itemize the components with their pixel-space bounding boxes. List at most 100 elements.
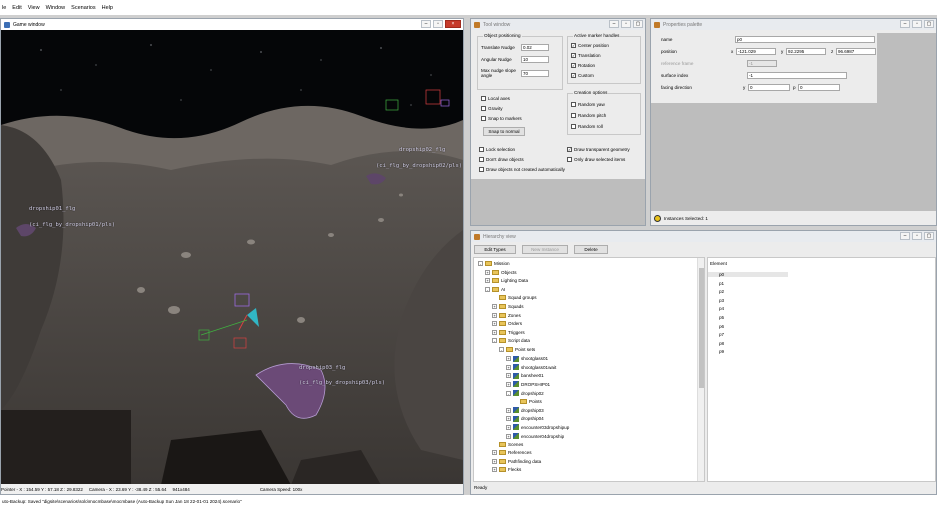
tree-item[interactable]: - dropship02	[506, 390, 544, 396]
collapse-icon[interactable]: -	[506, 390, 511, 396]
translation-checkbox[interactable]: ✓	[571, 53, 576, 58]
tree-item[interactable]: + Objects	[485, 269, 517, 275]
tree-item[interactable]: + banshee01	[506, 372, 544, 379]
tree-item[interactable]: - Script data	[492, 338, 530, 344]
element-list-item[interactable]: p2	[708, 289, 724, 294]
expand-icon[interactable]: +	[492, 321, 497, 327]
snap-to-normal-button[interactable]: Snap to normal	[483, 127, 525, 136]
expand-icon[interactable]: +	[506, 373, 511, 379]
custom-checkbox[interactable]: ✓	[571, 73, 576, 78]
hierarchy-tree[interactable]: - Mission + Objects + Lighting Data - AI Squad g…	[473, 257, 705, 482]
expand-icon[interactable]: +	[492, 458, 497, 464]
expand-icon[interactable]: +	[492, 467, 497, 473]
expand-icon[interactable]: +	[485, 269, 490, 275]
properties-titlebar[interactable]: Properties palette – ▫ ▢	[651, 19, 936, 30]
menu-file[interactable]: le	[2, 5, 6, 11]
expand-icon[interactable]: +	[485, 278, 490, 284]
tree-item[interactable]: + References	[492, 450, 532, 456]
edit-types-button[interactable]: Edit Types	[474, 245, 516, 254]
facing-p-input[interactable]: 0	[798, 84, 840, 91]
element-list[interactable]: Element p0 p1 p2 p3 p4 p5 p6 p7 p8 p9	[707, 257, 936, 482]
element-list-item[interactable]: p5	[708, 315, 724, 320]
center-position-checkbox[interactable]: ✓	[571, 43, 576, 48]
tree-item[interactable]: + dropship03	[506, 407, 544, 414]
minimize-icon[interactable]: –	[900, 20, 910, 28]
element-list-item[interactable]: p1	[708, 281, 724, 286]
collapse-icon[interactable]: -	[485, 286, 490, 292]
max-nudge-input[interactable]: 70	[521, 69, 549, 77]
close-icon[interactable]: ×	[445, 20, 461, 28]
name-input[interactable]: p0	[735, 36, 875, 43]
tree-item[interactable]: - Mission	[478, 261, 510, 266]
game-window-titlebar[interactable]: Game window – ▫ ×	[1, 19, 463, 30]
minimize-icon[interactable]: –	[421, 20, 431, 28]
delete-button[interactable]: Delete	[574, 245, 608, 254]
maximize-icon[interactable]: ▫	[433, 20, 443, 28]
new-instance-button[interactable]: New Instance	[522, 245, 568, 254]
only-draw-selected-checkbox[interactable]	[567, 157, 572, 162]
local-axes-checkbox[interactable]	[481, 96, 486, 101]
maximize-icon[interactable]: ▫	[912, 232, 922, 240]
menu-scenarios[interactable]: Scenarios	[71, 5, 95, 11]
expand-icon[interactable]: +	[506, 407, 511, 413]
element-list-item[interactable]: p3	[708, 298, 724, 303]
element-list-item[interactable]: p6	[708, 324, 724, 329]
expand-icon[interactable]: +	[506, 424, 511, 430]
collapse-icon[interactable]: -	[478, 261, 483, 266]
facing-y-input[interactable]: 0	[748, 84, 790, 91]
element-list-item[interactable]: p7	[708, 332, 724, 337]
lock-selection-checkbox[interactable]	[479, 147, 484, 152]
tree-item[interactable]: Points	[513, 398, 542, 404]
maximize-icon[interactable]: ▫	[621, 20, 631, 28]
rotation-checkbox[interactable]: ✓	[571, 63, 576, 68]
collapse-icon[interactable]: -	[492, 338, 497, 344]
expand-icon[interactable]: +	[492, 304, 497, 309]
expand-icon[interactable]: +	[506, 364, 511, 370]
tree-item[interactable]: + Zones	[492, 312, 521, 318]
random-roll-checkbox[interactable]	[571, 124, 576, 129]
expand-icon[interactable]: +	[506, 416, 511, 422]
restore-icon[interactable]: ▢	[924, 232, 934, 240]
scroll-thumb[interactable]	[699, 268, 704, 388]
game-scene[interactable]	[1, 30, 463, 485]
tree-item[interactable]: + Lighting Data	[485, 278, 528, 284]
menu-view[interactable]: View	[28, 5, 40, 11]
expand-icon[interactable]: +	[492, 312, 497, 318]
random-yaw-checkbox[interactable]	[571, 102, 576, 107]
tree-scrollbar[interactable]	[697, 258, 704, 481]
menu-window[interactable]: Window	[46, 5, 66, 11]
element-list-item[interactable]: p8	[708, 341, 724, 346]
surface-index-input[interactable]: -1	[747, 72, 847, 79]
game-viewport[interactable]: dropship02_flg (ci_flg_by_dropship02/pls…	[1, 30, 463, 495]
element-list-item[interactable]: p9	[708, 349, 724, 354]
menu-edit[interactable]: Edit	[12, 5, 21, 11]
tree-item[interactable]: - AI	[485, 286, 505, 292]
position-z-input[interactable]: 96.6987	[836, 48, 876, 55]
expand-icon[interactable]: +	[506, 356, 511, 362]
restore-icon[interactable]: ▢	[633, 20, 643, 28]
maximize-icon[interactable]: ▫	[912, 20, 922, 28]
restore-icon[interactable]: ▢	[924, 20, 934, 28]
tree-item[interactable]: + shootglass01	[506, 355, 548, 362]
draw-objects-not-created-checkbox[interactable]	[479, 167, 484, 172]
tree-item[interactable]: + encounter03dropshipup	[506, 424, 569, 431]
tree-item[interactable]: + Triggers	[492, 329, 525, 335]
tree-item[interactable]: + shootglass01wait	[506, 364, 556, 371]
tree-item[interactable]: Scenes	[492, 441, 523, 447]
expand-icon[interactable]: +	[506, 433, 511, 439]
tree-item[interactable]: + Orders	[492, 321, 522, 327]
tree-item[interactable]: + Flecks	[492, 467, 521, 473]
tree-item[interactable]: + Squads	[492, 304, 524, 309]
hierarchy-titlebar[interactable]: Hierarchy view – ▫ ▢	[471, 231, 936, 242]
minimize-icon[interactable]: –	[609, 20, 619, 28]
position-y-input[interactable]: 92.2295	[786, 48, 826, 55]
tree-item[interactable]: + encounter04dropship	[506, 433, 564, 439]
collapse-icon[interactable]: -	[499, 347, 504, 352]
minimize-icon[interactable]: –	[900, 232, 910, 240]
tree-item[interactable]: + DROPSHIP01	[506, 381, 550, 388]
element-list-item[interactable]: p0	[708, 272, 788, 277]
expand-icon[interactable]: +	[492, 450, 497, 456]
tree-item[interactable]: Squad groups	[492, 295, 537, 301]
tree-item[interactable]: + Pathfinding data	[492, 458, 541, 464]
random-pitch-checkbox[interactable]	[571, 113, 576, 118]
